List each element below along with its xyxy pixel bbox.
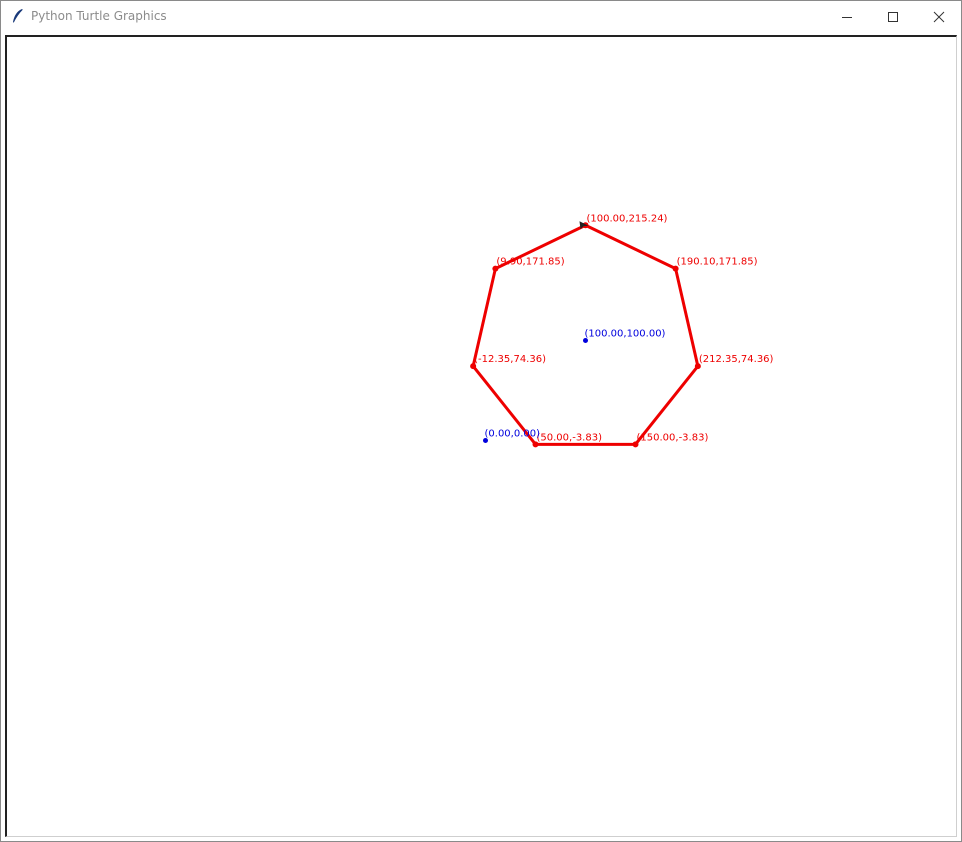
vertex-label: (150.00,-3.83)	[637, 432, 709, 443]
close-button[interactable]	[916, 1, 962, 32]
minimize-button[interactable]	[824, 1, 870, 32]
vertex-label: (190.10,171.85)	[677, 257, 758, 268]
turtle-window: Python Turtle Graphics (100.00,215.24) (1…	[0, 0, 962, 842]
feather-icon	[13, 9, 24, 24]
reference-label: (0.00,0.00)	[485, 429, 541, 440]
minimize-icon	[842, 16, 852, 18]
vertex-label: (212.35,74.36)	[699, 354, 774, 365]
reference-label: (100.00,100.00)	[585, 329, 666, 340]
maximize-icon	[888, 11, 898, 22]
maximize-button[interactable]	[870, 1, 916, 32]
vertex-label: (9.90,171.85)	[496, 257, 564, 268]
title-bar[interactable]: Python Turtle Graphics	[1, 1, 961, 32]
turtle-canvas[interactable]: (100.00,215.24) (190.10,171.85) (212.35,74…	[5, 35, 957, 837]
vertex-label: (-12.35,74.36)	[474, 354, 546, 365]
vertex-label: (50.00,-3.83)	[537, 432, 603, 443]
turtle-drawing: (100.00,215.24) (190.10,171.85) (212.35,74…	[470, 213, 774, 448]
vertex-label: (100.00,215.24)	[587, 213, 668, 224]
window-title: Python Turtle Graphics	[31, 9, 167, 23]
close-icon	[933, 11, 945, 22]
